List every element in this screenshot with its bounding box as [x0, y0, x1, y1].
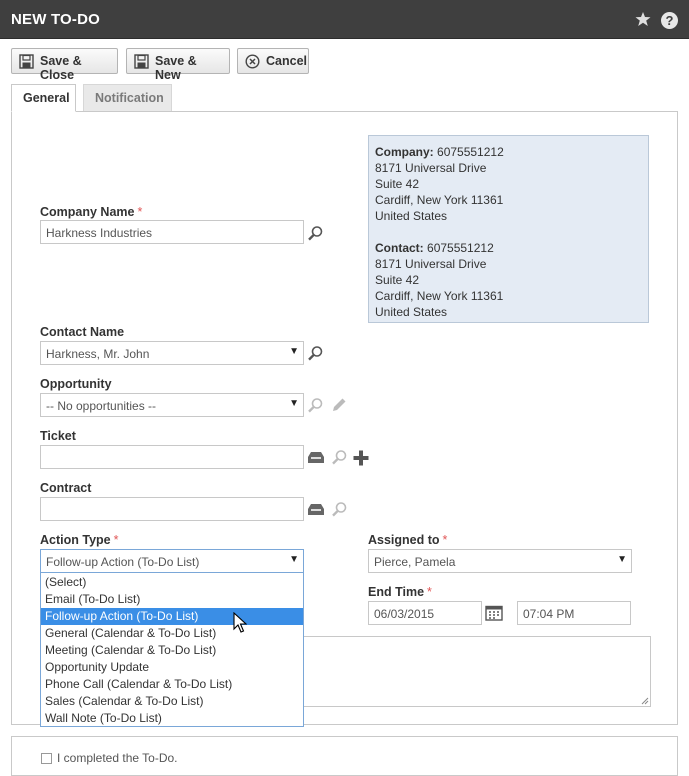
company-address-line: United States — [375, 209, 448, 223]
add-icon[interactable] — [352, 449, 370, 470]
action-type-option[interactable]: General (Calendar & To-Do List) — [41, 625, 303, 642]
cursor-icon — [233, 611, 248, 637]
save-new-icon — [134, 54, 149, 69]
help-icon[interactable]: ? — [661, 12, 678, 29]
action-type-select[interactable]: Follow-up Action (To-Do List) ▼ — [40, 549, 304, 573]
opportunity-label: Opportunity — [40, 377, 112, 391]
save-close-button[interactable]: Save & Close — [11, 48, 118, 82]
cancel-button[interactable]: Cancel — [237, 48, 309, 74]
contact-address-line: Suite 42 — [375, 273, 420, 287]
company-address-line: Cardiff, New York 11361 — [375, 193, 504, 207]
search-icon[interactable] — [307, 225, 324, 245]
contact-card-label: Contact: — [375, 241, 424, 255]
search-icon — [331, 449, 348, 469]
action-type-option[interactable]: Email (To-Do List) — [41, 591, 303, 608]
contact-address-line: United States — [375, 305, 448, 319]
action-type-dropdown: (Select) Email (To-Do List) Follow-up Ac… — [40, 572, 304, 727]
search-icon[interactable] — [307, 345, 324, 365]
end-time-label: End Time * — [368, 585, 432, 599]
save-new-button[interactable]: Save & New — [126, 48, 230, 82]
cancel-icon — [245, 54, 260, 69]
company-address-line: 8171 Universal Drive — [375, 161, 487, 175]
contract-input[interactable] — [40, 497, 304, 521]
chevron-down-icon: ▼ — [289, 398, 299, 409]
end-time-input[interactable]: 07:04 PM — [517, 601, 631, 625]
calendar-icon[interactable] — [485, 604, 503, 624]
edit-icon — [330, 396, 348, 417]
tab-strip: General Notification — [0, 84, 689, 112]
company-phone: 6075551212 — [437, 145, 504, 159]
cancel-label: Cancel — [266, 54, 307, 68]
chevron-down-icon: ▼ — [289, 346, 299, 357]
contract-label: Contract — [40, 481, 92, 495]
contact-name-select[interactable]: Harkness, Mr. John ▼ — [40, 341, 304, 365]
company-name-label: Company Name * — [40, 205, 143, 219]
assigned-to-select[interactable]: Pierce, Pamela ▼ — [368, 549, 632, 573]
action-type-option[interactable]: Phone Call (Calendar & To-Do List) — [41, 676, 303, 693]
opportunity-value: -- No opportunities -- — [46, 399, 157, 413]
save-close-label: Save & Close — [40, 54, 82, 82]
end-date-input[interactable]: 06/03/2015 — [368, 601, 482, 625]
opportunity-select[interactable]: -- No opportunities -- ▼ — [40, 393, 304, 417]
tab-notification[interactable]: Notification — [83, 84, 172, 112]
search-icon — [331, 501, 348, 521]
search-icon — [307, 397, 324, 417]
contact-name-value: Harkness, Mr. John — [46, 347, 150, 361]
address-card: Company: 6075551212 8171 Universal Drive… — [368, 135, 649, 323]
action-type-option[interactable]: Wall Note (To-Do List) — [41, 710, 303, 727]
company-address-line: Suite 42 — [375, 177, 420, 191]
assigned-to-value: Pierce, Pamela — [374, 555, 456, 569]
action-type-option[interactable]: Meeting (Calendar & To-Do List) — [41, 642, 303, 659]
action-type-option[interactable]: (Select) — [41, 574, 303, 591]
title-bar: NEW TO-DO ? — [0, 0, 689, 39]
company-card-label: Company: — [375, 145, 434, 159]
inbox-icon[interactable] — [307, 451, 325, 468]
save-icon — [19, 54, 34, 69]
action-type-value: Follow-up Action (To-Do List) — [46, 555, 200, 569]
chevron-down-icon: ▼ — [289, 554, 299, 565]
contact-name-label: Contact Name — [40, 325, 125, 339]
action-type-option[interactable]: Opportunity Update — [41, 659, 303, 676]
action-type-label: Action Type * — [40, 533, 119, 547]
chevron-down-icon: ▼ — [617, 554, 627, 565]
save-new-label: Save & New — [155, 54, 197, 82]
contact-address-line: Cardiff, New York 11361 — [375, 289, 504, 303]
action-type-option-selected[interactable]: Follow-up Action (To-Do List) — [41, 608, 303, 625]
completed-checkbox[interactable] — [41, 753, 52, 764]
company-name-input[interactable]: Harkness Industries — [40, 220, 304, 244]
ticket-label: Ticket — [40, 429, 76, 443]
inbox-icon[interactable] — [307, 503, 325, 520]
contact-phone: 6075551212 — [427, 241, 494, 255]
resize-handle-icon[interactable] — [641, 697, 649, 705]
action-type-option[interactable]: Sales (Calendar & To-Do List) — [41, 693, 303, 710]
tab-general[interactable]: General — [11, 84, 76, 112]
toolbar: Save & Close Save & New Cancel — [0, 39, 689, 84]
star-icon[interactable] — [635, 11, 651, 30]
window-title: NEW TO-DO — [11, 11, 101, 28]
assigned-to-label: Assigned to * — [368, 533, 448, 547]
description-textarea[interactable] — [299, 636, 651, 707]
ticket-input[interactable] — [40, 445, 304, 469]
contact-address-line: 8171 Universal Drive — [375, 257, 487, 271]
completed-checkbox-label: I completed the To-Do. — [57, 751, 178, 765]
